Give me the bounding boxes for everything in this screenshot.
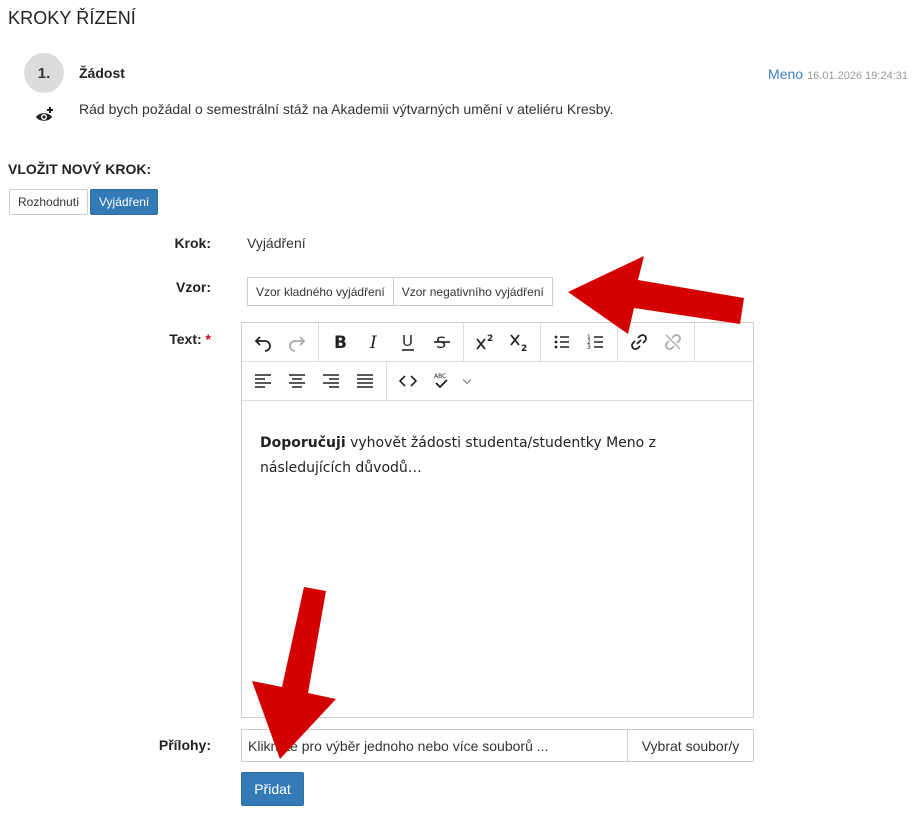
attachments-label: Přílohy: <box>158 737 211 753</box>
bullet-list-icon[interactable] <box>545 323 579 361</box>
svg-text:ABC: ABC <box>434 373 446 380</box>
required-asterisk: * <box>205 331 211 347</box>
tab-vyjadreni[interactable]: Vyjádření <box>90 189 159 215</box>
undo-icon[interactable] <box>246 323 280 361</box>
text-label-text: Text: <box>169 331 202 347</box>
krok-value: Vyjádření <box>247 235 306 251</box>
krok-label: Krok: <box>174 235 211 251</box>
editor-toolbar-row-2: ABC <box>242 362 753 401</box>
step-date: 16.01.2026 19:24:31 <box>807 70 908 82</box>
editor-toolbar-row-1: B I U S 2 2 123 <box>242 323 753 362</box>
link-icon[interactable] <box>622 323 656 361</box>
text-label: Text: * <box>131 331 211 347</box>
svg-text:3: 3 <box>587 344 591 351</box>
justify-icon[interactable] <box>348 362 382 400</box>
step-user-link[interactable]: Meno <box>768 66 803 82</box>
step-meta: Meno 16.01.2026 19:24:31 <box>768 66 908 82</box>
browse-files-button[interactable]: Vybrat soubor/y <box>627 730 753 761</box>
step-text: Rád bych požádal o semestrální stáž na A… <box>79 101 614 117</box>
svg-text:2: 2 <box>521 344 527 352</box>
editor-bold-text: Doporučuji <box>260 435 346 451</box>
file-input[interactable]: Klikněte pro výběr jednoho nebo více sou… <box>242 730 627 761</box>
superscript-icon[interactable]: 2 <box>468 323 502 361</box>
tab-rozhodnuti[interactable]: Rozhodnutí <box>9 189 89 215</box>
svg-text:B: B <box>334 333 347 352</box>
new-step-heading: VLOŽIT NOVÝ KROK: <box>8 161 152 177</box>
chevron-down-icon[interactable] <box>459 362 475 400</box>
negative-template-button[interactable]: Vzor negativního vyjádření <box>392 277 553 306</box>
spellcheck-icon[interactable]: ABC <box>425 362 459 400</box>
numbered-list-icon[interactable]: 123 <box>579 323 613 361</box>
redo-icon[interactable] <box>280 323 314 361</box>
align-center-icon[interactable] <box>280 362 314 400</box>
align-right-icon[interactable] <box>314 362 348 400</box>
positive-template-button[interactable]: Vzor kladného vyjádření <box>247 277 394 306</box>
italic-icon[interactable]: I <box>357 323 391 361</box>
file-upload: Klikněte pro výběr jednoho nebo více sou… <box>241 729 754 762</box>
template-button-group: Vzor kladného vyjádření Vzor negativního… <box>247 277 553 306</box>
code-icon[interactable] <box>391 362 425 400</box>
section-title: KROKY ŘÍZENÍ <box>8 8 136 28</box>
rich-text-editor: B I U S 2 2 123 ABC Doporučuj <box>241 322 754 718</box>
step-number-badge: 1. <box>24 53 64 93</box>
editor-content[interactable]: Doporučuji vyhovět žádosti studenta/stud… <box>242 401 753 511</box>
step-title: Žádost <box>79 65 125 81</box>
unlink-icon[interactable] <box>656 323 690 361</box>
strikethrough-icon[interactable]: S <box>425 323 459 361</box>
submit-button[interactable]: Přidat <box>241 772 304 806</box>
underline-icon[interactable]: U <box>391 323 425 361</box>
align-left-icon[interactable] <box>246 362 280 400</box>
eye-plus-icon[interactable] <box>34 104 56 126</box>
svg-text:I: I <box>369 333 377 352</box>
vzor-label: Vzor: <box>176 279 211 295</box>
svg-text:2: 2 <box>487 334 493 344</box>
svg-text:U: U <box>402 332 413 350</box>
bold-icon[interactable]: B <box>323 323 357 361</box>
subscript-icon[interactable]: 2 <box>502 323 536 361</box>
